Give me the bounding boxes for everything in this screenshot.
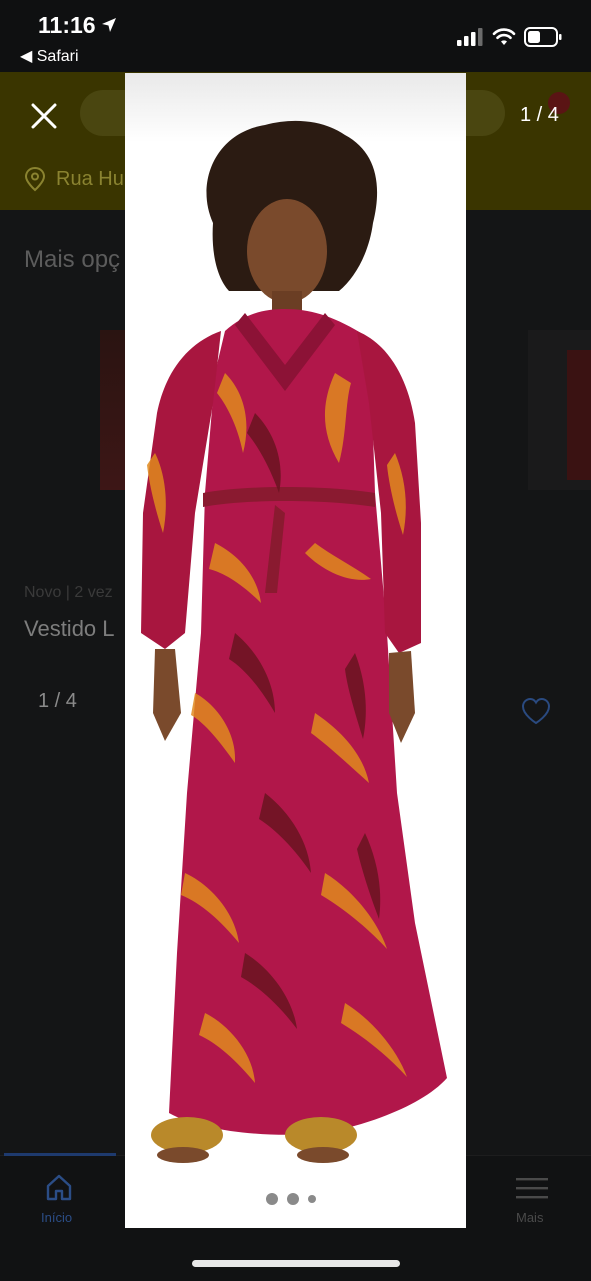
close-icon[interactable] bbox=[28, 100, 60, 132]
pager-dot[interactable] bbox=[287, 1192, 299, 1205]
heart-icon[interactable] bbox=[520, 696, 552, 726]
cellular-signal-icon bbox=[457, 28, 483, 46]
nav-more-label[interactable]: Mais bbox=[516, 1210, 543, 1225]
listing-meta: Novo | 2 vez bbox=[24, 584, 113, 601]
image-pager-dots bbox=[266, 1190, 325, 1206]
listing-thumbnail-right[interactable] bbox=[528, 330, 591, 490]
model-photo bbox=[125, 73, 466, 1228]
menu-icon[interactable] bbox=[516, 1176, 548, 1200]
section-title: Mais opç bbox=[24, 246, 121, 273]
pager-dot[interactable] bbox=[266, 1192, 278, 1205]
status-time: 11:16 bbox=[38, 12, 96, 38]
listing-thumbnail-left[interactable] bbox=[100, 330, 126, 490]
listing-title[interactable]: Vestido L bbox=[24, 616, 115, 642]
wifi-icon bbox=[492, 28, 516, 45]
back-to-app[interactable]: ◀ Safari bbox=[20, 46, 79, 66]
active-tab-indicator bbox=[4, 1153, 116, 1156]
location-text[interactable]: Rua Hu bbox=[56, 168, 124, 191]
battery-icon bbox=[524, 27, 562, 47]
home-indicator bbox=[192, 1260, 400, 1267]
nav-home-label[interactable]: Início bbox=[41, 1210, 72, 1225]
image-counter: 1 / 4 bbox=[520, 104, 559, 126]
pager-dot[interactable] bbox=[308, 1194, 316, 1203]
location-pin-icon bbox=[24, 166, 46, 192]
home-icon[interactable] bbox=[44, 1172, 74, 1202]
product-image[interactable] bbox=[125, 73, 466, 1228]
listing-pager: 1 / 4 bbox=[38, 690, 77, 712]
location-arrow-icon bbox=[102, 18, 116, 32]
